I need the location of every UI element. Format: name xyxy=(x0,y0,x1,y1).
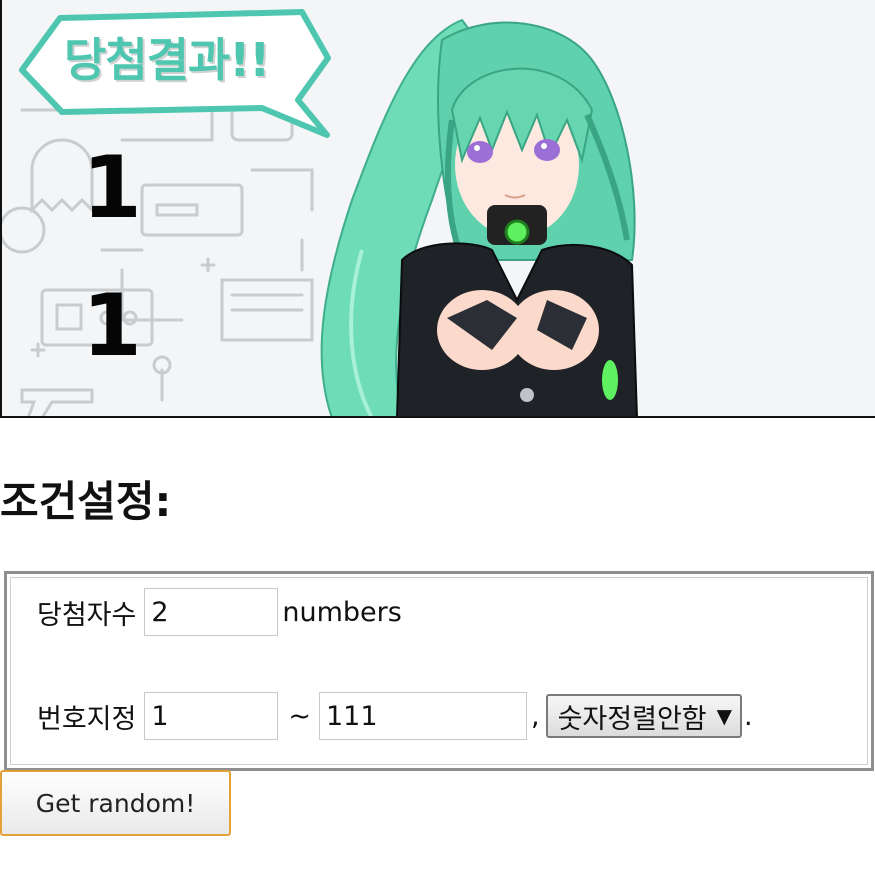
result-number: 1 xyxy=(82,276,142,376)
sort-order-selected-value: 숫자정렬안함 xyxy=(557,703,707,735)
winner-count-unit: numbers xyxy=(282,596,402,628)
winner-count-input[interactable] xyxy=(144,588,279,636)
get-random-button[interactable]: Get random! xyxy=(0,770,231,836)
zapper-icon xyxy=(20,388,94,416)
gamepad-dial-icon xyxy=(2,206,46,254)
anime-character-illustration xyxy=(320,18,638,416)
dropdown-arrow-icon: ▼ xyxy=(716,704,733,728)
settings-title: 조건설정: xyxy=(0,477,172,526)
comma-separator: , xyxy=(531,700,540,732)
result-number: 1 xyxy=(82,138,142,238)
range-separator: ~ xyxy=(288,700,311,732)
range-min-input[interactable] xyxy=(144,692,279,740)
range-max-input[interactable] xyxy=(319,692,527,740)
result-heading: 당첨결과!! xyxy=(64,33,270,87)
number-range-row: 번호지정 ~ , 숫자정렬안함 ▼ . xyxy=(37,690,753,742)
winner-count-row: 당첨자수 numbers xyxy=(37,586,402,638)
sort-order-select[interactable]: 숫자정렬안함 ▼ xyxy=(545,694,743,738)
number-range-label: 번호지정 xyxy=(37,703,137,735)
settings-fieldset: 당첨자수 numbers 번호지정 ~ , 숫자정렬안함 ▼ . xyxy=(4,571,874,771)
sentence-period: . xyxy=(744,700,753,732)
winner-count-label: 당첨자수 xyxy=(37,599,137,631)
result-banner: 당첨결과!! 1 1 xyxy=(0,0,875,418)
